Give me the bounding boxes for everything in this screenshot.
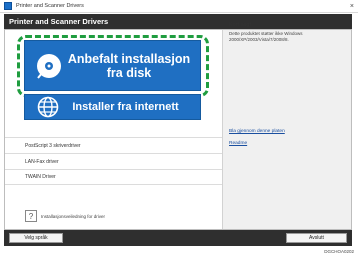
- list-item-label: PostScript 3 skriverdriver: [25, 142, 81, 149]
- readme-link[interactable]: Readme: [229, 141, 247, 146]
- exit-button[interactable]: Avslutt: [286, 233, 347, 243]
- app-header: Printer and Scanner Drivers: [4, 14, 352, 29]
- recommended-install-label: Anbefalt installasjon fra disk: [67, 51, 191, 80]
- close-icon[interactable]: ×: [350, 2, 354, 11]
- window-titlebar: Printer and Scanner Drivers ×: [0, 0, 358, 13]
- header-title: Printer and Scanner Drivers: [9, 17, 109, 26]
- list-item-label: LAN-Fax driver: [25, 158, 59, 165]
- select-language-button[interactable]: Velg språk: [9, 233, 63, 243]
- globe-icon: [37, 96, 59, 118]
- list-item-label: TWAIN Driver: [25, 174, 56, 180]
- info-text: Dette produktet støtter ikke Windows 200…: [229, 31, 303, 42]
- list-item-postscript-driver[interactable]: PostScript 3 skriverdriver: [5, 137, 222, 153]
- window-title: Printer and Scanner Drivers: [16, 3, 84, 9]
- cd-install-icon: [37, 53, 61, 79]
- recommended-install-button[interactable]: Anbefalt installasjon fra disk: [24, 40, 201, 91]
- info-title: Kort sagt: [229, 22, 252, 28]
- internet-install-label: Installer fra internett: [72, 101, 179, 113]
- list-item-lan-fax-driver[interactable]: LAN-Fax driver: [5, 153, 222, 169]
- left-panel: Anbefalt installasjon fra disk Installer…: [5, 30, 223, 229]
- list-item-twain-driver[interactable]: TWAIN Driver: [5, 169, 222, 185]
- app-icon: [4, 2, 12, 10]
- main-frame: Anbefalt installasjon fra disk Installer…: [4, 29, 352, 230]
- help-label[interactable]: Installasjonsveiledning for driver: [41, 214, 105, 219]
- browse-disc-link[interactable]: Bla gjennom denne platen: [229, 129, 285, 134]
- internet-install-button[interactable]: Installer fra internett: [24, 94, 201, 120]
- question-icon[interactable]: ?: [25, 210, 37, 222]
- image-code: DGCHOA0202: [324, 249, 354, 254]
